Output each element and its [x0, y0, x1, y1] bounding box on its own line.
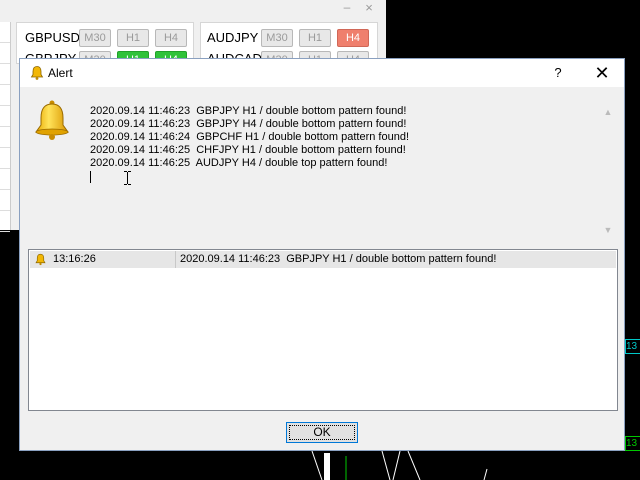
- alert-history-list[interactable]: 13:16:26 2020.09.14 11:46:23 GBPJPY H1 /…: [28, 249, 618, 411]
- text-caret: [90, 171, 91, 183]
- panel-left-strip: [0, 22, 11, 232]
- chart-candles: [311, 451, 488, 480]
- tf-button-m30[interactable]: M30: [261, 29, 293, 47]
- tf-button-m30[interactable]: M30: [79, 29, 111, 47]
- message-scrollbar[interactable]: ▲ ▼: [600, 99, 616, 239]
- tf-button-h1[interactable]: H1: [117, 29, 149, 47]
- symbol-label: AUDJPY: [207, 30, 259, 45]
- alert-bell-icon: [35, 100, 69, 140]
- list-item[interactable]: 13:16:26 2020.09.14 11:46:23 GBPJPY H1 /…: [30, 251, 616, 268]
- ibeam-cursor-icon: [124, 171, 131, 185]
- help-button[interactable]: ?: [544, 63, 572, 83]
- dialog-titlebar[interactable]: Alert ? ✕: [20, 59, 624, 87]
- symbol-label: GBPUSD: [25, 30, 80, 45]
- close-button[interactable]: ✕: [588, 62, 616, 84]
- tf-button-h4[interactable]: H4: [337, 29, 369, 47]
- column-divider: [175, 251, 176, 268]
- alert-dialog: Alert ? ✕ 2020.09.14 11:46:23 GBPJPY H1 …: [19, 58, 625, 451]
- chart-price-label: 13: [625, 436, 640, 451]
- alert-message-line: 2020.09.14 11:46:23 GBPJPY H4 / double b…: [90, 118, 407, 130]
- alert-message-line: 2020.09.14 11:46:25 CHFJPY H1 / double b…: [90, 144, 406, 156]
- panel-close-button[interactable]: ×: [358, 0, 380, 18]
- tf-button-h4[interactable]: H4: [155, 29, 187, 47]
- dialog-title: Alert: [48, 66, 73, 80]
- bell-icon: [30, 66, 44, 80]
- scroll-up-icon[interactable]: ▲: [600, 105, 616, 119]
- alert-message-line: 2020.09.14 11:46:23 GBPJPY H1 / double b…: [90, 105, 407, 117]
- panel-minimize-button[interactable]: –: [336, 0, 358, 18]
- tf-button-h1[interactable]: H1: [299, 29, 331, 47]
- list-item-message: 2020.09.14 11:46:23 GBPJPY H1 / double b…: [180, 253, 497, 265]
- alert-message-area[interactable]: 2020.09.14 11:46:23 GBPJPY H1 / double b…: [86, 99, 600, 239]
- scroll-down-icon[interactable]: ▼: [600, 223, 616, 237]
- chart-price-label: 13: [625, 339, 640, 354]
- alert-message-line: 2020.09.14 11:46:24 GBPCHF H1 / double b…: [90, 131, 410, 143]
- ok-button[interactable]: OK: [286, 422, 358, 443]
- list-item-time: 13:16:26: [53, 253, 96, 265]
- alert-message-line: 2020.09.14 11:46:25 AUDJPY H4 / double t…: [90, 157, 388, 169]
- bell-icon: [35, 253, 46, 266]
